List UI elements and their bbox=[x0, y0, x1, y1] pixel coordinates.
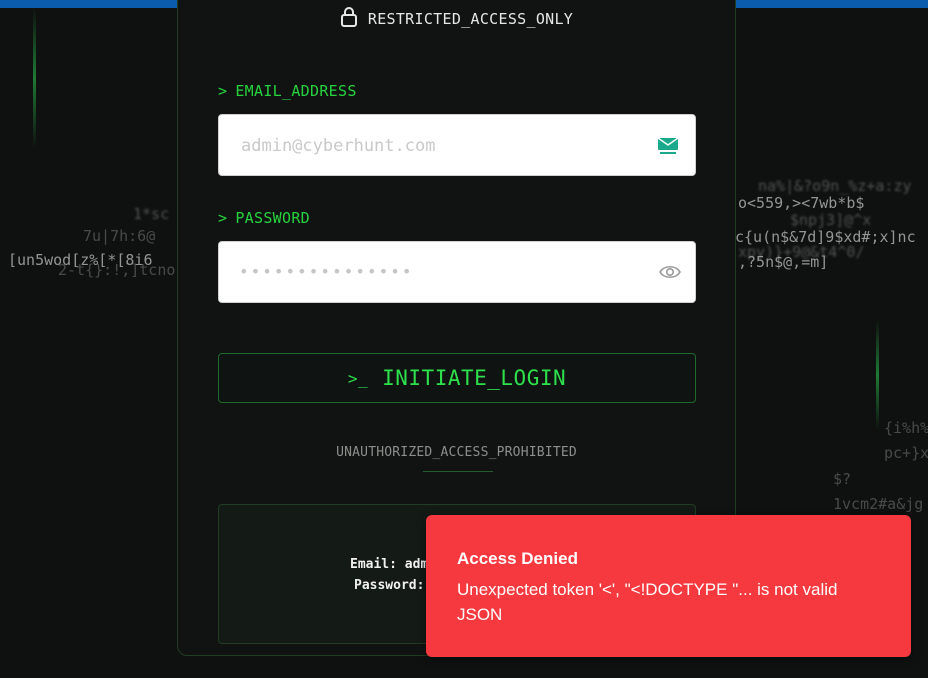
background-glitch-text: 1*sc bbox=[133, 205, 170, 223]
password-masked-value: ••••••••••••••• bbox=[239, 262, 414, 281]
background-glitch-text: {i%h% bbox=[884, 419, 928, 437]
password-label-text: PASSWORD bbox=[235, 209, 310, 227]
unauthorized-warning: UNAUTHORIZED_ACCESS_PROHIBITED bbox=[336, 445, 577, 460]
divider bbox=[423, 471, 493, 472]
password-label: > PASSWORD bbox=[218, 209, 310, 227]
email-field-container bbox=[218, 114, 696, 177]
eye-icon[interactable] bbox=[659, 263, 681, 281]
lock-icon bbox=[340, 7, 358, 31]
background-glitch-text: 7u|7h:6@ bbox=[83, 227, 156, 245]
background-glitch-text: ,?5n$@,=m] bbox=[738, 253, 829, 271]
default-password-line: Password: bbox=[354, 578, 425, 593]
background-glitch-text: 2-t{}:!,]tcno bbox=[58, 261, 176, 279]
prompt-chevron: > bbox=[218, 209, 228, 227]
email-input[interactable] bbox=[239, 115, 643, 177]
password-field[interactable]: ••••••••••••••• bbox=[218, 241, 696, 303]
terminal-prompt-icon: >_ bbox=[347, 368, 369, 388]
default-email-line: Email: adm bbox=[350, 557, 429, 572]
background-glitch-text: $? bbox=[833, 470, 852, 488]
error-toast[interactable]: Access Denied Unexpected token '<', "<!D… bbox=[426, 515, 911, 657]
background-glitch-text: pc+}x bbox=[884, 444, 928, 462]
restricted-access-header: RESTRICTED_ACCESS_ONLY bbox=[178, 7, 735, 31]
prompt-chevron: > bbox=[218, 82, 228, 100]
matrix-rain-streak bbox=[33, 8, 36, 148]
initiate-login-label: INITIATE_LOGIN bbox=[382, 366, 567, 390]
email-label-text: EMAIL_ADDRESS bbox=[235, 82, 357, 100]
initiate-login-button[interactable]: >_ INITIATE_LOGIN bbox=[218, 353, 696, 403]
background-glitch-text: 1vcm2#a&jg bbox=[833, 495, 924, 513]
mail-icon bbox=[657, 137, 679, 155]
restricted-access-label: RESTRICTED_ACCESS_ONLY bbox=[367, 10, 574, 28]
email-label: > EMAIL_ADDRESS bbox=[218, 82, 357, 100]
toast-message: Unexpected token '<', "<!DOCTYPE "... is… bbox=[457, 580, 838, 624]
matrix-rain-streak bbox=[876, 320, 879, 430]
toast-title: Access Denied bbox=[457, 549, 578, 568]
